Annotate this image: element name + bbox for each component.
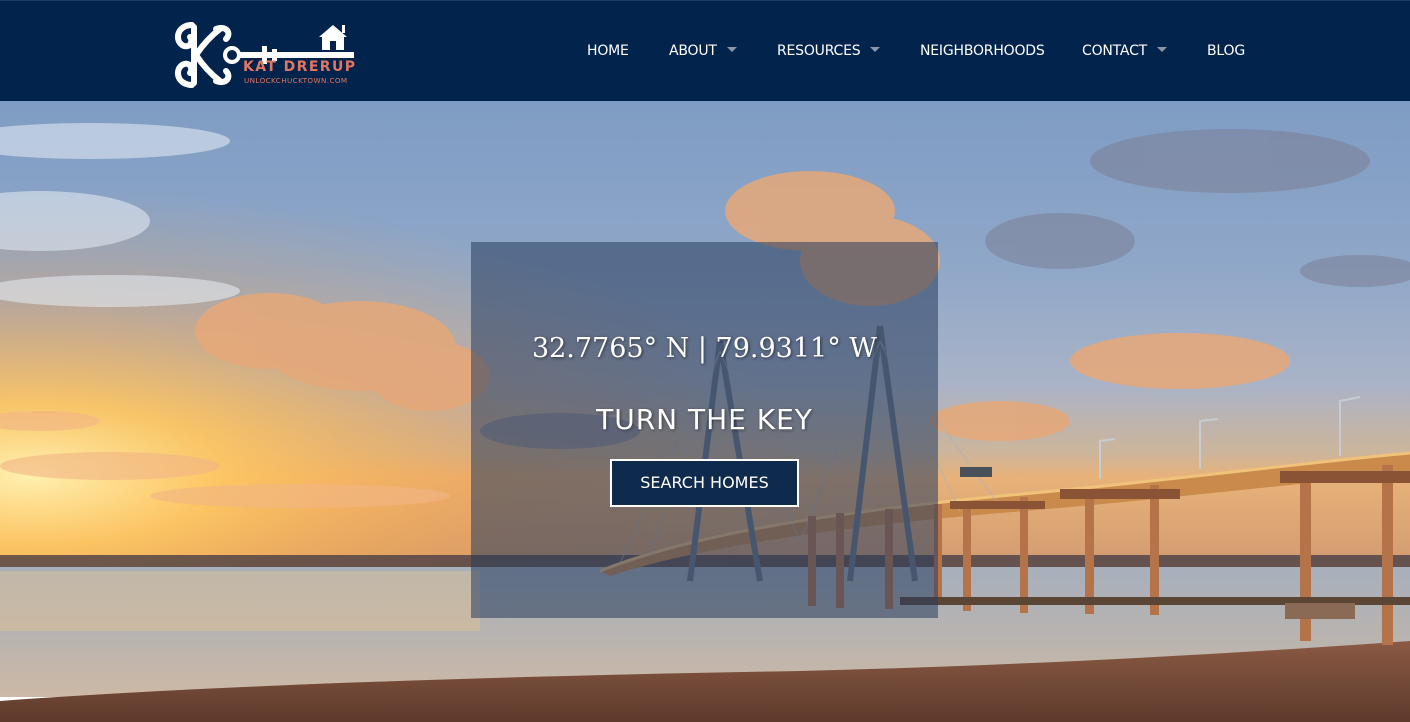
nav-item-resources[interactable]: RESOURCES bbox=[777, 43, 881, 59]
nav-item-blog[interactable]: BLOG bbox=[1207, 43, 1245, 59]
site-header: KAT DRERUP UNLOCKCHUCKTOWN.COM HOME ABOU… bbox=[0, 0, 1410, 101]
main-nav: HOME ABOUT RESOURCES NEIGHBORHOODS CONTA… bbox=[0, 1, 1410, 102]
nav-item-home[interactable]: HOME bbox=[587, 43, 629, 59]
hero-overlay-panel: 32.7765° N | 79.9311° W TURN THE KEY SEA… bbox=[471, 242, 938, 618]
nav-item-label: RESOURCES bbox=[777, 43, 861, 59]
nav-item-label: CONTACT bbox=[1082, 43, 1147, 59]
hero-coordinates: 32.7765° N | 79.9311° W bbox=[531, 333, 878, 364]
nav-item-label: HOME bbox=[587, 43, 629, 59]
nav-item-about[interactable]: ABOUT bbox=[669, 43, 737, 59]
chevron-down-icon bbox=[1157, 47, 1167, 52]
hero-tagline: TURN THE KEY bbox=[596, 403, 813, 436]
chevron-down-icon bbox=[726, 47, 737, 52]
nav-item-neighborhoods[interactable]: NEIGHBORHOODS bbox=[920, 43, 1045, 59]
nav-item-label: BLOG bbox=[1207, 43, 1245, 59]
chevron-down-icon bbox=[870, 47, 881, 52]
search-homes-button[interactable]: SEARCH HOMES bbox=[610, 459, 799, 507]
nav-item-label: NEIGHBORHOODS bbox=[920, 43, 1045, 59]
nav-item-label: ABOUT bbox=[669, 43, 717, 59]
hero-section: 32.7765° N | 79.9311° W TURN THE KEY SEA… bbox=[0, 101, 1410, 722]
nav-item-contact[interactable]: CONTACT bbox=[1082, 43, 1167, 59]
page: KAT DRERUP UNLOCKCHUCKTOWN.COM HOME ABOU… bbox=[0, 0, 1410, 722]
